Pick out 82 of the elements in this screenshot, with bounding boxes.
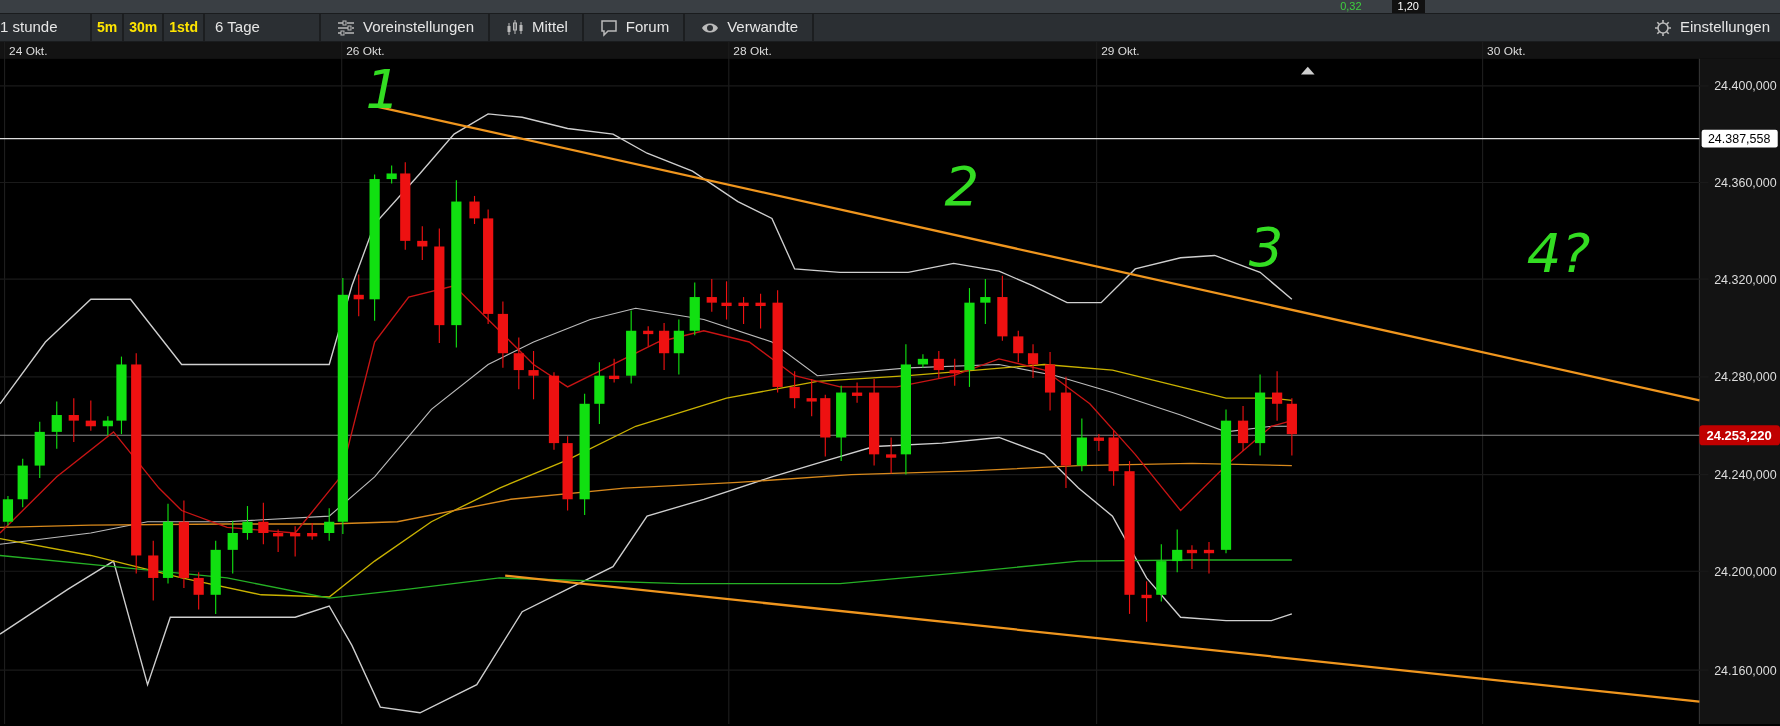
speech-bubble-icon bbox=[599, 18, 618, 37]
handwritten-note: 1 bbox=[365, 58, 401, 122]
candle bbox=[307, 522, 318, 541]
candle bbox=[290, 525, 301, 558]
candle bbox=[1141, 580, 1152, 623]
quote-value: 1,20 bbox=[1391, 0, 1425, 13]
quote-value: 0,32 bbox=[1340, 0, 1362, 13]
candle bbox=[17, 458, 28, 508]
settings-icon bbox=[1653, 18, 1672, 37]
candle bbox=[258, 502, 269, 545]
candle bbox=[528, 350, 539, 400]
last-price-marker: 24.253,220 bbox=[1699, 425, 1780, 446]
date-label: 30 Okt. bbox=[1487, 44, 1526, 59]
handwritten-note: 2 bbox=[944, 155, 980, 218]
candle bbox=[1156, 543, 1167, 603]
price-label: 24.320,000 bbox=[1714, 272, 1777, 287]
candle bbox=[659, 322, 670, 371]
candle bbox=[806, 378, 817, 417]
candle bbox=[1186, 544, 1198, 570]
price-label: 24.240,000 bbox=[1714, 468, 1777, 483]
candle bbox=[193, 571, 204, 610]
candle bbox=[417, 225, 428, 261]
candle bbox=[673, 318, 684, 376]
price-label: 24.160,000 bbox=[1714, 663, 1777, 678]
candle bbox=[273, 529, 284, 553]
handwritten-note: 4? bbox=[1526, 222, 1591, 286]
candle bbox=[755, 293, 766, 330]
candle bbox=[242, 505, 253, 541]
date-label: 24 Okt. bbox=[9, 44, 48, 59]
settings-button[interactable]: Einstellungen bbox=[1643, 14, 1780, 41]
candle bbox=[997, 275, 1008, 342]
candle bbox=[68, 397, 79, 443]
candle bbox=[1203, 541, 1215, 574]
candle bbox=[1027, 343, 1039, 379]
handwritten-note: 3 bbox=[1248, 215, 1284, 279]
candle bbox=[594, 361, 605, 425]
date-label: 26 Okt. bbox=[346, 44, 385, 59]
candle bbox=[706, 278, 717, 313]
candle bbox=[1172, 529, 1183, 573]
candle bbox=[1237, 405, 1249, 452]
candle bbox=[1076, 417, 1087, 472]
candle bbox=[85, 399, 96, 432]
candle bbox=[820, 394, 831, 458]
candle bbox=[789, 370, 800, 409]
price-label: 24.200,000 bbox=[1714, 564, 1777, 579]
candle bbox=[324, 507, 335, 542]
candle bbox=[689, 281, 700, 336]
candle bbox=[513, 336, 524, 390]
candle bbox=[851, 381, 863, 404]
price-label: 24.360,000 bbox=[1714, 176, 1777, 190]
sliders-icon bbox=[337, 18, 356, 37]
candle bbox=[886, 436, 897, 474]
candle bbox=[609, 358, 620, 383]
candle bbox=[469, 195, 480, 225]
candle bbox=[1272, 370, 1283, 422]
candle bbox=[148, 540, 159, 601]
candle bbox=[497, 300, 508, 369]
candle bbox=[980, 278, 991, 325]
marker-icon bbox=[1300, 66, 1315, 75]
candle bbox=[949, 358, 960, 387]
candle bbox=[917, 353, 929, 369]
candlestick-icon bbox=[506, 18, 524, 37]
price-label: 24.280,000 bbox=[1714, 370, 1777, 385]
date-label: 28 Okt. bbox=[733, 44, 772, 59]
price-label: 24.400,000 bbox=[1714, 79, 1777, 94]
candle bbox=[227, 520, 238, 574]
candle bbox=[738, 296, 749, 325]
candle bbox=[1093, 433, 1104, 452]
candle bbox=[1286, 397, 1297, 457]
candle bbox=[353, 274, 364, 317]
candle bbox=[102, 415, 113, 436]
candle bbox=[386, 165, 397, 185]
candle bbox=[721, 280, 732, 321]
candle bbox=[933, 350, 944, 379]
candle bbox=[34, 421, 45, 479]
candle bbox=[51, 400, 62, 450]
candle bbox=[643, 325, 654, 348]
candle bbox=[1044, 351, 1056, 412]
candle bbox=[2, 495, 14, 526]
candle bbox=[1108, 430, 1119, 487]
date-label: 29 Okt. bbox=[1101, 44, 1140, 59]
candle bbox=[1013, 330, 1024, 363]
